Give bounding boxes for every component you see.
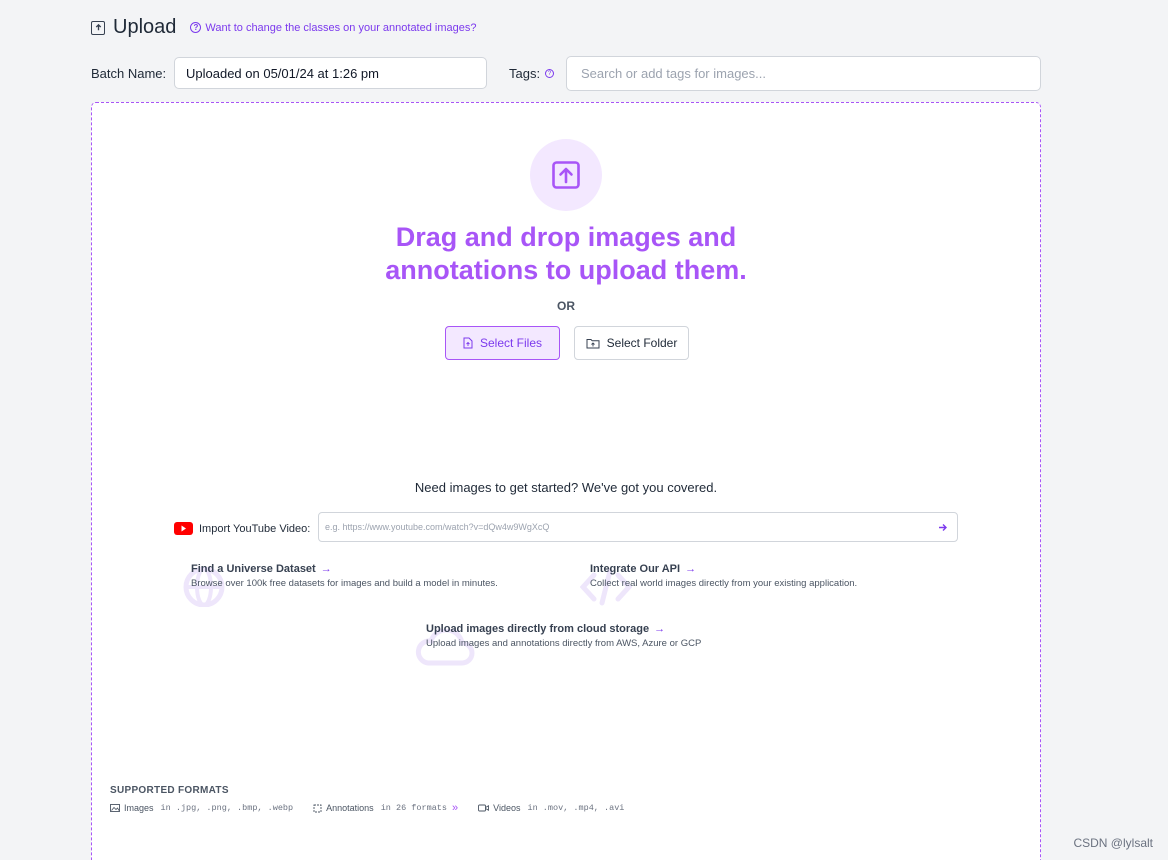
batch-name-input[interactable] <box>174 57 487 89</box>
universe-dataset-link[interactable]: Find a Universe Dataset → <box>191 563 498 575</box>
upload-icon <box>91 20 105 35</box>
format-annotations-label: Annotations <box>326 803 374 813</box>
youtube-icon <box>174 522 193 535</box>
video-camera-icon <box>478 804 490 812</box>
upload-arrow-icon <box>552 161 580 189</box>
arrow-right-icon: → <box>685 563 697 575</box>
upload-icon-circle <box>530 139 602 211</box>
universe-dataset-card[interactable]: Find a Universe Dataset → Browse over 10… <box>183 563 498 607</box>
integrate-api-desc: Collect real world images directly from … <box>590 578 858 589</box>
tags-label-text: Tags: <box>509 66 541 81</box>
arrow-right-icon: → <box>320 563 332 575</box>
image-icon <box>110 804 120 812</box>
format-images-label: Images <box>124 803 154 813</box>
select-files-label: Select Files <box>479 336 543 350</box>
page-title: Upload <box>113 16 177 38</box>
format-videos-types: in .mov, .mp4, .avi <box>527 803 625 813</box>
batch-name-label: Batch Name: <box>91 66 167 81</box>
getting-started-heading: Need images to get started? We've got yo… <box>414 480 718 495</box>
arrow-right-icon: → <box>654 623 666 635</box>
change-classes-link-text: Want to change the classes on your annot… <box>205 21 477 34</box>
integrate-api-card[interactable]: Integrate Our API → Collect real world i… <box>580 563 858 606</box>
file-icon <box>463 337 473 349</box>
universe-dataset-title: Find a Universe Dataset <box>191 563 316 575</box>
dropzone-heading-line2: annotations to upload them. <box>385 255 747 285</box>
youtube-import-label: Import YouTube Video: <box>174 522 310 535</box>
bounding-box-icon <box>313 804 322 813</box>
tags-help-icon[interactable]: ? <box>545 69 555 78</box>
dropzone-heading: Drag and drop images and annotations to … <box>92 221 1040 287</box>
tags-label: Tags: ? <box>509 66 555 81</box>
change-classes-link[interactable]: ? Want to change the classes on your ann… <box>190 21 477 34</box>
select-files-button[interactable]: Select Files <box>445 326 560 360</box>
or-divider: OR <box>557 299 575 313</box>
format-videos: Videos in .mov, .mp4, .avi <box>478 803 624 813</box>
upload-page: Upload ? Want to change the classes on y… <box>0 0 1168 860</box>
format-annotations: Annotations in 26 formats » <box>313 802 458 814</box>
format-images-types: in .jpg, .png, .bmp, .webp <box>160 803 294 813</box>
select-folder-label: Select Folder <box>606 336 678 350</box>
integrate-api-title: Integrate Our API <box>590 563 681 575</box>
cloud-storage-link[interactable]: Upload images directly from cloud storag… <box>426 623 701 635</box>
cloud-storage-title: Upload images directly from cloud storag… <box>426 623 650 635</box>
page-header: Upload ? Want to change the classes on y… <box>91 16 477 39</box>
format-videos-label: Videos <box>493 803 521 813</box>
tags-input[interactable] <box>566 56 1041 91</box>
youtube-submit-arrow-icon[interactable] <box>929 513 957 541</box>
dropzone-heading-line1: Drag and drop images and <box>395 222 737 252</box>
select-folder-button[interactable]: Select Folder <box>574 326 689 360</box>
double-chevron-right-icon[interactable]: » <box>452 802 458 814</box>
question-icon: ? <box>190 22 202 33</box>
upload-dropzone[interactable]: Drag and drop images and annotations to … <box>91 102 1041 860</box>
supported-formats-list: Images in .jpg, .png, .bmp, .webp Annota… <box>110 802 644 814</box>
supported-formats-heading: SUPPORTED FORMATS <box>110 785 229 796</box>
youtube-url-input[interactable] <box>319 514 929 540</box>
folder-icon <box>586 338 600 349</box>
csdn-watermark: CSDN @lylsalt <box>1073 836 1153 850</box>
format-annotations-types[interactable]: in 26 formats <box>381 803 447 813</box>
youtube-label-text: Import YouTube Video: <box>199 522 311 535</box>
integrate-api-link[interactable]: Integrate Our API → <box>590 563 857 575</box>
cloud-storage-desc: Upload images and annotations directly f… <box>426 638 702 649</box>
youtube-url-field <box>318 512 958 542</box>
universe-dataset-desc: Browse over 100k free datasets for image… <box>191 578 498 589</box>
cloud-storage-card[interactable]: Upload images directly from cloud storag… <box>415 623 702 666</box>
format-images: Images in .jpg, .png, .bmp, .webp <box>110 803 293 813</box>
